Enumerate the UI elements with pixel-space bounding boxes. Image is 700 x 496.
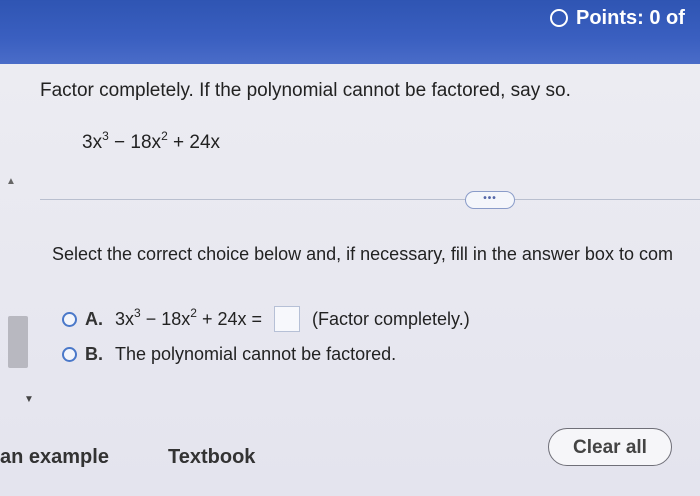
choice-a-hint: (Factor completely.) [312,308,470,329]
top-header-bar: Points: 0 of [0,0,700,64]
section-divider [40,199,700,200]
choice-b-letter: B. [85,344,103,364]
more-options-button[interactable]: ••• [465,191,515,209]
choice-a-letter: A. [85,308,103,329]
points-indicator: Points: 0 of [550,6,685,30]
radio-b[interactable] [62,347,77,362]
choice-a[interactable]: A. 3x3 − 18x2 + 24x = (Factor completely… [62,306,470,332]
clear-all-button[interactable]: Clear all [548,428,672,466]
answer-input-box[interactable] [274,306,300,332]
radio-a[interactable] [62,311,77,327]
scrollbar-handle[interactable] [8,316,28,368]
choice-b-text: The polynomial cannot be factored. [115,344,397,364]
polynomial-expression: 3x3 − 18x2 + 24x [82,129,221,153]
collapse-arrow-icon[interactable]: ▲ [6,176,16,187]
textbook-link[interactable]: Textbook [168,446,255,469]
expand-arrow-icon[interactable]: ▼ [24,394,34,405]
question-prompt: Factor completely. If the polynomial can… [40,80,571,101]
choice-b[interactable]: B. The polynomial cannot be factored. [62,344,396,365]
instruction-text: Select the correct choice below and, if … [52,244,673,264]
points-circle-icon [550,9,568,27]
choice-a-expression: 3x3 − 18x2 + 24x = [115,305,262,329]
points-label: Points: 0 of [576,6,685,29]
view-example-link[interactable]: an example [0,446,109,469]
